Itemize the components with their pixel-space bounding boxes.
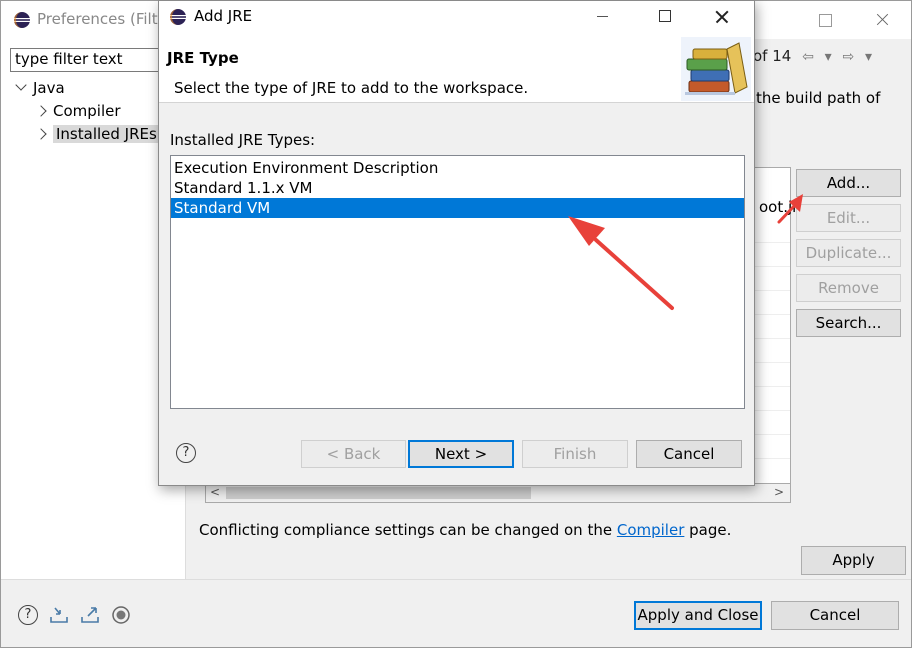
cancel-button[interactable]: Cancel bbox=[636, 440, 742, 468]
wizard-page-description: Select the type of JRE to add to the wor… bbox=[174, 79, 529, 97]
chevron-down-icon[interactable]: ▾ bbox=[865, 49, 872, 65]
add-jre-dialog: Add JRE JRE Type Select the type of JRE … bbox=[158, 0, 755, 486]
close-button[interactable] bbox=[712, 7, 732, 27]
export-icon[interactable] bbox=[80, 605, 100, 625]
finish-button[interactable]: Finish bbox=[522, 440, 628, 468]
record-icon[interactable] bbox=[111, 605, 131, 625]
import-icon[interactable] bbox=[49, 605, 69, 625]
eclipse-icon bbox=[14, 12, 30, 28]
tree-item-label: Compiler bbox=[53, 102, 121, 120]
jre-types-list[interactable]: Execution Environment Description Standa… bbox=[170, 155, 745, 409]
page-counter: of 14 bbox=[753, 47, 792, 65]
add-button[interactable]: Add... bbox=[796, 169, 901, 197]
cancel-button[interactable]: Cancel bbox=[771, 601, 899, 630]
compliance-note: Conflicting compliance settings can be c… bbox=[199, 521, 731, 539]
chevron-right-icon[interactable] bbox=[35, 128, 47, 140]
scroll-left-icon[interactable]: < bbox=[210, 485, 220, 499]
maximize-button[interactable] bbox=[801, 7, 847, 33]
wizard-header: JRE Type Select the type of JRE to add t… bbox=[159, 33, 754, 103]
chevron-down-icon[interactable]: ▾ bbox=[825, 49, 832, 65]
tree-item-compiler[interactable]: Compiler bbox=[35, 100, 121, 122]
compliance-note-text: page. bbox=[684, 521, 732, 539]
search-button[interactable]: Search... bbox=[796, 309, 901, 337]
books-icon bbox=[681, 37, 751, 101]
list-item-selected[interactable]: Standard VM bbox=[171, 198, 744, 218]
forward-arrow-icon[interactable]: ⇨ bbox=[842, 49, 854, 65]
tree-item-installed-jres[interactable]: Installed JREs bbox=[35, 123, 160, 145]
maximize-button[interactable] bbox=[659, 10, 671, 22]
tree-item-label: Installed JREs bbox=[53, 125, 160, 143]
scrollbar-thumb[interactable] bbox=[226, 487, 531, 499]
wizard-page-title: JRE Type bbox=[167, 49, 239, 67]
tree-item-java[interactable]: Java bbox=[15, 77, 65, 99]
page-navigation: of 14 ⇦ ▾ ⇨ ▾ bbox=[753, 47, 872, 65]
dialog-titlebar: Add JRE bbox=[159, 1, 754, 33]
chevron-right-icon[interactable] bbox=[35, 105, 47, 117]
close-button[interactable] bbox=[859, 7, 905, 33]
dialog-title: Add JRE bbox=[194, 7, 253, 25]
types-list-label: Installed JRE Types: bbox=[170, 131, 316, 149]
chevron-down-icon[interactable] bbox=[15, 79, 27, 91]
compliance-note-text: Conflicting compliance settings can be c… bbox=[199, 521, 617, 539]
back-button[interactable]: < Back bbox=[301, 440, 406, 468]
filter-input[interactable]: type filter text bbox=[10, 48, 160, 72]
list-item[interactable]: Standard 1.1.x VM bbox=[171, 178, 744, 198]
duplicate-button[interactable]: Duplicate... bbox=[796, 239, 901, 267]
list-item[interactable]: Execution Environment Description bbox=[171, 158, 744, 178]
help-icon[interactable]: ? bbox=[176, 443, 196, 463]
next-button[interactable]: Next > bbox=[408, 440, 514, 468]
apply-button[interactable]: Apply bbox=[801, 546, 906, 575]
preferences-title: Preferences (Filte bbox=[37, 10, 167, 28]
horizontal-scrollbar[interactable]: < > bbox=[205, 483, 791, 503]
table-cell-location: oot.jr bbox=[759, 198, 799, 216]
apply-and-close-button[interactable]: Apply and Close bbox=[634, 601, 762, 630]
help-icon[interactable]: ? bbox=[18, 605, 38, 625]
compiler-link[interactable]: Compiler bbox=[617, 521, 685, 539]
back-arrow-icon[interactable]: ⇦ bbox=[802, 49, 814, 65]
minimize-button[interactable] bbox=[597, 16, 608, 17]
scroll-right-icon[interactable]: > bbox=[774, 485, 784, 499]
remove-button[interactable]: Remove bbox=[796, 274, 901, 302]
eclipse-icon bbox=[170, 9, 186, 25]
page-description: the build path of bbox=[756, 89, 881, 107]
tree-item-label: Java bbox=[33, 79, 65, 97]
edit-button[interactable]: Edit... bbox=[796, 204, 901, 232]
